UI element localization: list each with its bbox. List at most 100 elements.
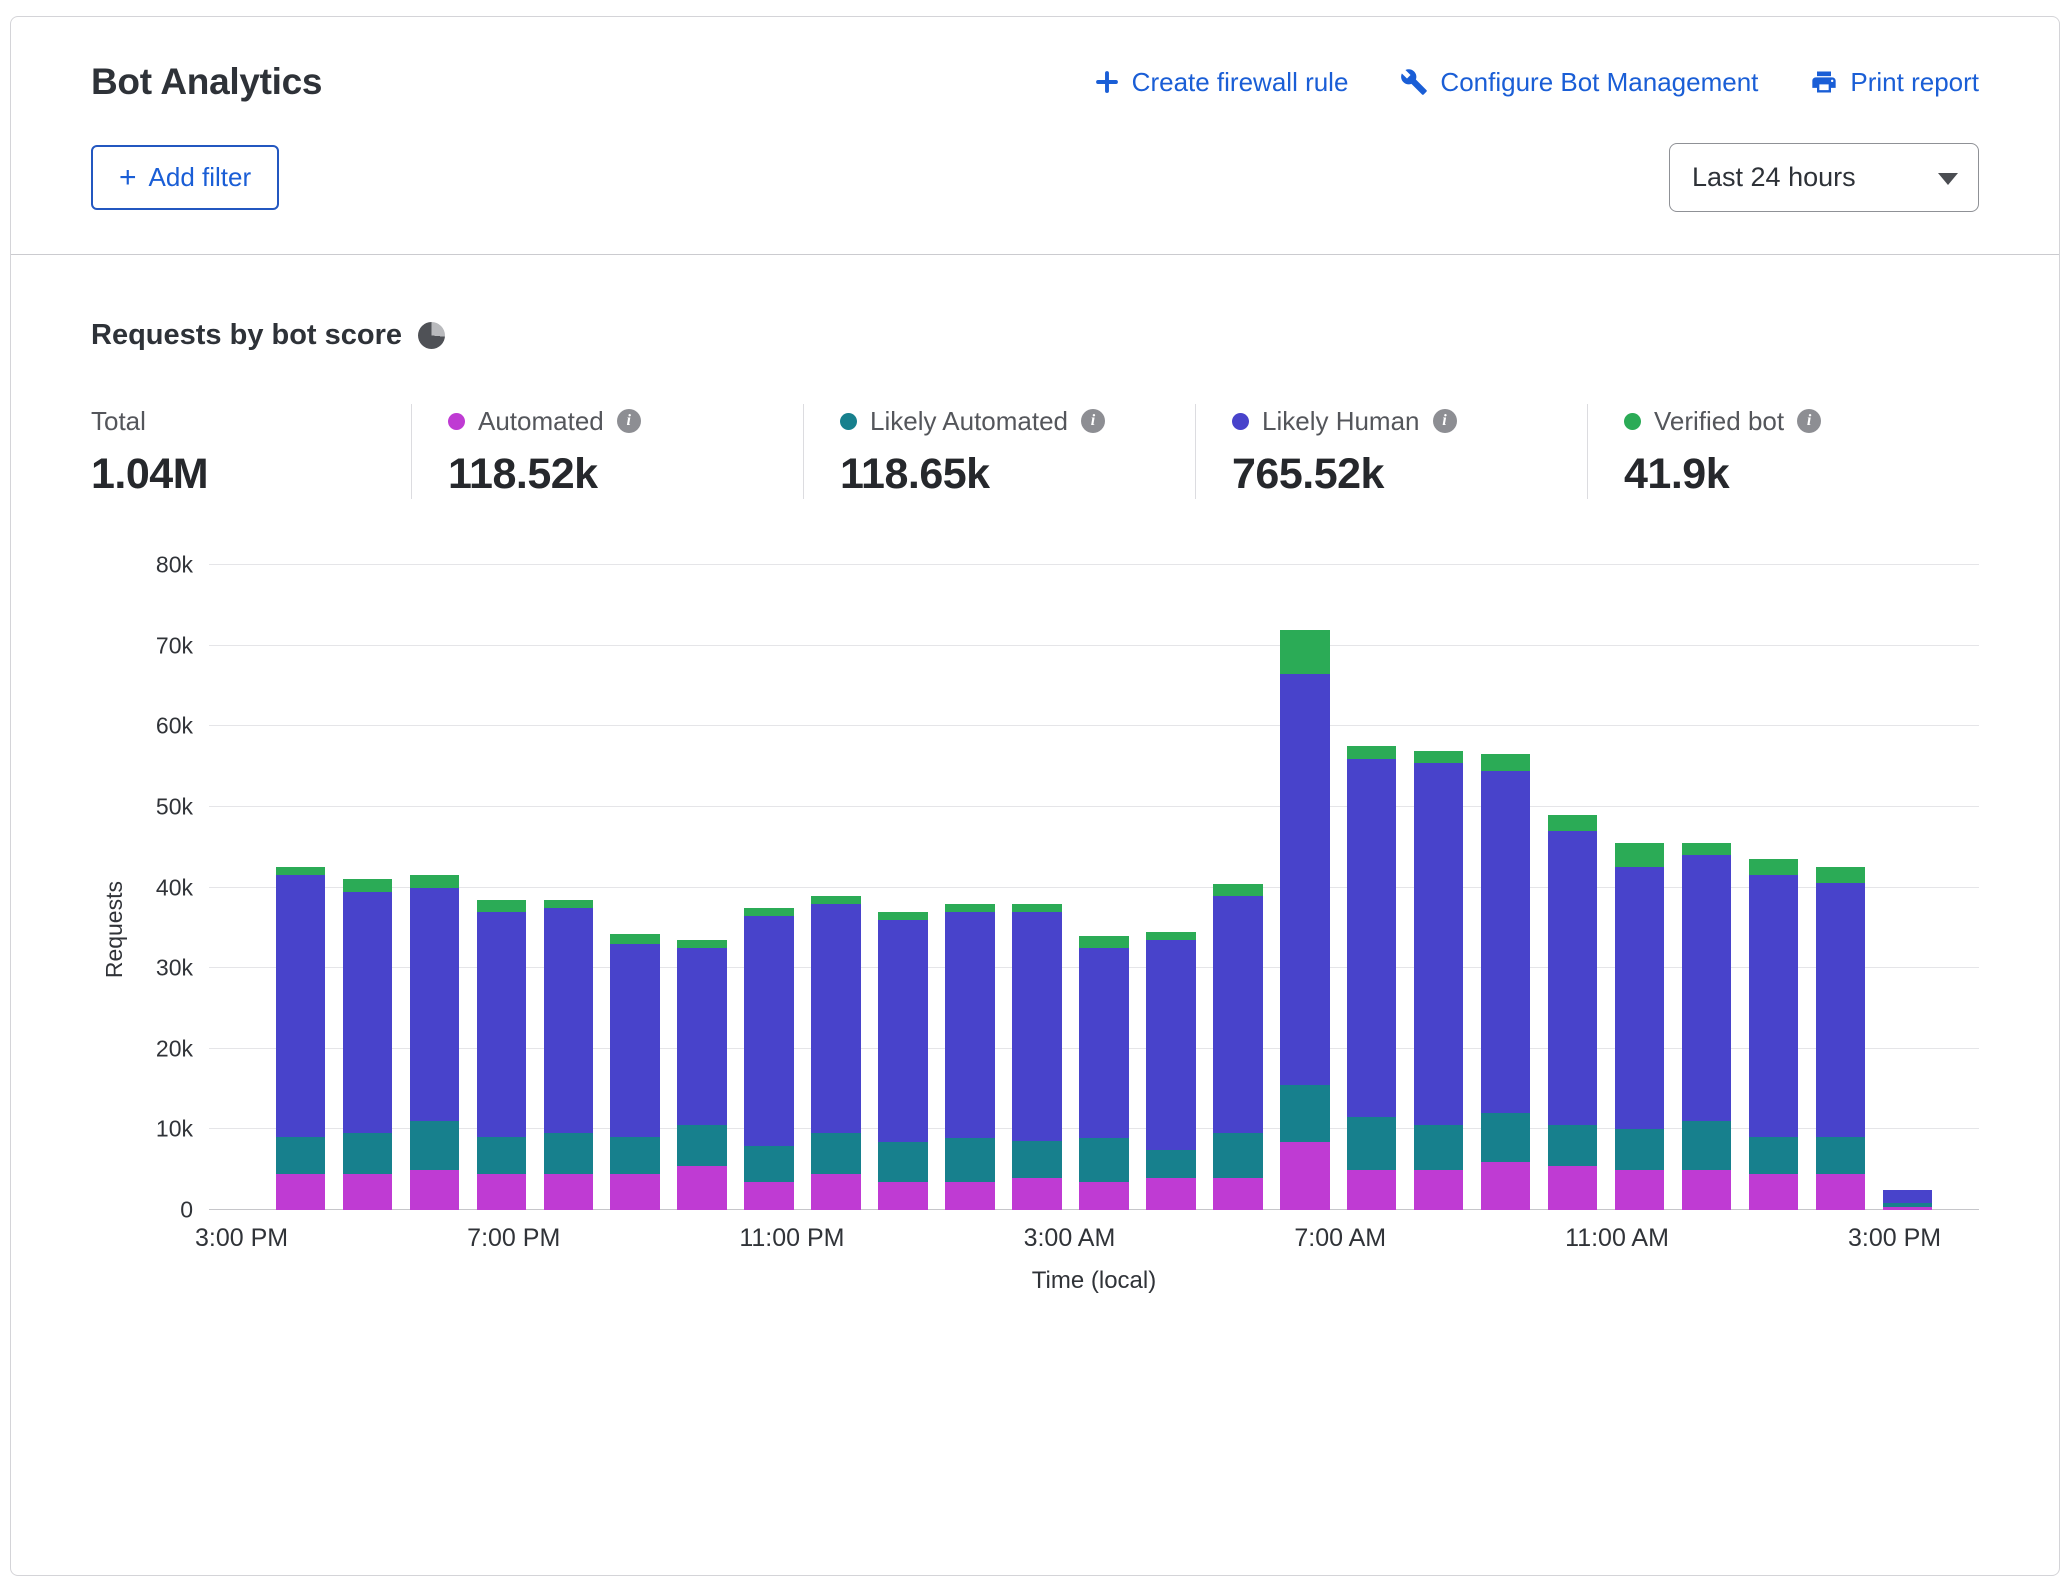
- bar-slot: [602, 565, 669, 1210]
- stat-verified-bot-label: Verified bot: [1654, 406, 1784, 437]
- bar-slot: [937, 565, 1004, 1210]
- bar-segment-likely-human: [1012, 912, 1062, 1142]
- bar-slot: [669, 565, 736, 1210]
- bar-segment-automated: [343, 1174, 393, 1210]
- stat-automated: Automated i 118.52k: [411, 404, 803, 499]
- bar-segment-likely-automated: [1146, 1150, 1196, 1178]
- stacked-bar: [1816, 867, 1866, 1210]
- bar-segment-verified-bot: [343, 879, 393, 891]
- add-filter-label: Add filter: [149, 162, 252, 193]
- info-icon[interactable]: i: [617, 409, 641, 433]
- bar-segment-likely-automated: [276, 1137, 326, 1173]
- stacked-bar: [1414, 751, 1464, 1210]
- stacked-bar: [811, 896, 861, 1210]
- bar-segment-automated: [1347, 1170, 1397, 1210]
- stacked-bar: [1213, 884, 1263, 1210]
- bar-segment-likely-automated: [1481, 1113, 1531, 1161]
- x-tick-label: [904, 1224, 964, 1253]
- info-icon[interactable]: i: [1433, 409, 1457, 433]
- printer-icon: [1810, 68, 1838, 96]
- bot-analytics-card: Bot Analytics Create firewall rule: [10, 16, 2060, 1576]
- stacked-bar: [1146, 932, 1196, 1210]
- bar-segment-verified-bot: [1816, 867, 1866, 883]
- bar-segment-likely-human: [276, 875, 326, 1137]
- x-tick-label: [680, 1224, 740, 1253]
- bar-segment-likely-human: [1414, 763, 1464, 1126]
- stacked-bar: [610, 934, 660, 1210]
- stat-total-value: 1.04M: [91, 450, 411, 499]
- bar-slot: [1807, 565, 1874, 1210]
- y-tick-label: 40k: [156, 874, 193, 901]
- add-filter-button[interactable]: + Add filter: [91, 145, 279, 210]
- bar-segment-likely-human: [811, 904, 861, 1134]
- bar-segment-verified-bot: [1749, 859, 1799, 875]
- bar-segment-verified-bot: [677, 940, 727, 948]
- stacked-bar: [276, 867, 326, 1210]
- stat-automated-label: Automated: [478, 406, 604, 437]
- section-title: Requests by bot score: [91, 319, 402, 352]
- stat-automated-value: 118.52k: [448, 450, 803, 499]
- bar-segment-verified-bot: [878, 912, 928, 920]
- bar-slot: [1606, 565, 1673, 1210]
- bar-segment-automated: [477, 1174, 527, 1210]
- info-icon[interactable]: i: [1081, 409, 1105, 433]
- plus-icon: [1094, 69, 1120, 95]
- bar-segment-verified-bot: [1682, 843, 1732, 855]
- bar-segment-automated: [276, 1174, 326, 1210]
- bar-segment-verified-bot: [276, 867, 326, 875]
- bar-slot: [1204, 565, 1271, 1210]
- bar-segment-likely-automated: [610, 1137, 660, 1173]
- stat-likely-automated: Likely Automated i 118.65k: [803, 404, 1195, 499]
- bar-segment-likely-automated: [1548, 1125, 1598, 1165]
- stacked-bar: [544, 900, 594, 1210]
- info-icon[interactable]: i: [1797, 409, 1821, 433]
- bar-segment-verified-bot: [744, 908, 794, 916]
- stat-likely-automated-label: Likely Automated: [870, 406, 1068, 437]
- bar-slot: [1405, 565, 1472, 1210]
- bar-slot: [1137, 565, 1204, 1210]
- bar-segment-likely-automated: [1280, 1085, 1330, 1141]
- bar-segment-likely-automated: [1012, 1141, 1062, 1177]
- stat-likely-human-value: 765.52k: [1232, 450, 1587, 499]
- bar-slot: [1338, 565, 1405, 1210]
- bar-segment-likely-human: [1816, 883, 1866, 1137]
- bar-segment-likely-human: [1347, 759, 1397, 1118]
- print-report-label: Print report: [1850, 67, 1979, 98]
- bar-segment-likely-automated: [1347, 1117, 1397, 1169]
- time-range-value: Last 24 hours: [1692, 162, 1856, 192]
- bar-slot: [1874, 565, 1941, 1210]
- bar-segment-automated: [1682, 1170, 1732, 1210]
- time-range-select[interactable]: Last 24 hours: [1669, 143, 1979, 212]
- bar-segment-likely-automated: [1079, 1138, 1129, 1182]
- likely-human-legend-dot: [1232, 413, 1249, 430]
- create-firewall-rule-link[interactable]: Create firewall rule: [1094, 67, 1349, 98]
- stacked-bar: [744, 908, 794, 1210]
- x-tick-label: [1505, 1224, 1565, 1253]
- y-tick-label: 0: [180, 1197, 193, 1224]
- requests-bar-chart: Requests 010k20k30k40k50k60k70k80k 3:00 …: [91, 565, 1979, 1295]
- bar-segment-verified-bot: [544, 900, 594, 908]
- bar-segment-likely-human: [544, 908, 594, 1134]
- configure-bot-management-link[interactable]: Configure Bot Management: [1400, 67, 1758, 98]
- bar-segment-likely-human: [410, 888, 460, 1122]
- print-report-link[interactable]: Print report: [1810, 67, 1979, 98]
- stacked-bar: [477, 900, 527, 1210]
- bar-slot: [468, 565, 535, 1210]
- x-tick-label: [1175, 1224, 1235, 1253]
- bar-slot: [736, 565, 803, 1210]
- y-tick-label: 80k: [156, 552, 193, 579]
- stacked-bar: [1347, 746, 1397, 1210]
- bar-segment-likely-human: [677, 948, 727, 1125]
- x-tick-label: 3:00 PM: [195, 1224, 288, 1253]
- bar-segment-likely-automated: [744, 1146, 794, 1182]
- y-tick-label: 50k: [156, 793, 193, 820]
- x-tick-label: [1669, 1224, 1729, 1253]
- bar-segment-automated: [1146, 1178, 1196, 1210]
- bar-segment-verified-bot: [1012, 904, 1062, 912]
- bar-slot: [1539, 565, 1606, 1210]
- bar-slot: [870, 565, 937, 1210]
- bar-segment-verified-bot: [1146, 932, 1196, 940]
- bar-segment-likely-human: [343, 892, 393, 1134]
- bar-segment-automated: [1213, 1178, 1263, 1210]
- bar-segment-likely-human: [1213, 896, 1263, 1134]
